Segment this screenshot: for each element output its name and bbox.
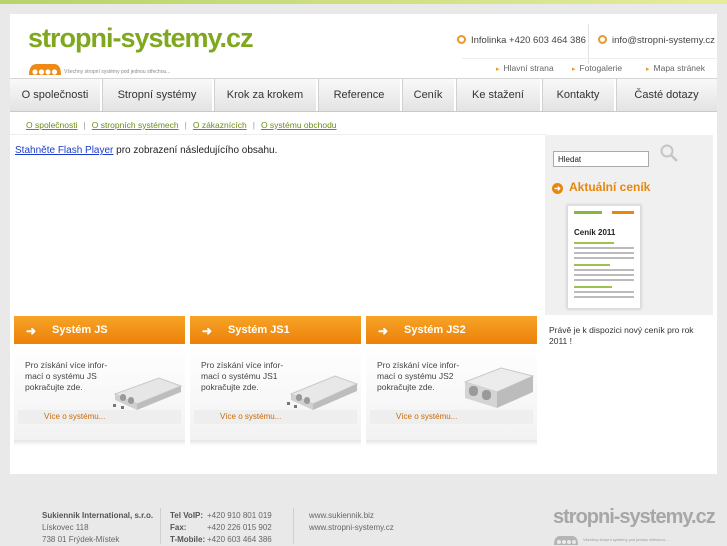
footer: Sukiennik International, s.r.o. Lískovec… [0,488,727,545]
system-more-link[interactable]: Více o systému... [194,410,357,424]
link-sitemap-label[interactable]: Mapa stránek [654,63,706,73]
system-title[interactable]: Systém JS1 [228,324,290,336]
nav-item-faq[interactable]: Časté dotazy [616,79,717,111]
footer-logo-tagline: Všechny stropní systémy pod jednou střec… [583,537,669,542]
footer-company: Sukiennik International, s.r.o. [42,511,154,520]
breadcrumb-customers[interactable]: O zákaznících [193,120,247,130]
system-description: Pro získání více infor-mací o systému JS… [25,360,108,392]
breadcrumb-separator: | [252,120,255,130]
search-input[interactable] [553,151,649,167]
system-more-link[interactable]: Více o systému... [18,410,181,424]
system-card-header[interactable]: ➜ Systém JS2 [366,316,537,344]
main-nav: O společnosti Stropní systémy Krok za kr… [10,78,717,112]
top-accent-line [0,0,727,4]
nav-item-contacts[interactable]: Kontakty [542,79,616,111]
ceiling-panel-image [113,377,183,410]
sidebar: ➜ Aktuální ceník Ceník 2011 [545,135,713,315]
arrow-icon: ▸ [572,66,576,73]
hotline: Infolinka +420 603 464 386 [457,35,586,46]
nav-item-systems[interactable]: Stropní systémy [102,79,214,111]
arrow-icon: ▸ [646,66,650,73]
email-icon [598,35,607,44]
nav-item-steps[interactable]: Krok za krokem [214,79,318,111]
logo-text: stropni-systemy.cz [28,23,254,53]
email-text[interactable]: info@stropni-systemy.cz [612,35,715,46]
nav-item-company[interactable]: O společnosti [10,79,102,111]
hotline-icon [457,35,466,44]
pricelist-heading[interactable]: ➜ Aktuální ceník [552,180,650,194]
footer-logo-slab-icon [554,536,578,545]
footer-fax: +420 226 015 902 [207,523,272,532]
system-title[interactable]: Systém JS [52,324,108,336]
system-description: Pro získání více infor-mací o systému JS… [377,360,460,392]
link-gallery-label[interactable]: Fotogalerie [580,63,623,73]
hotline-text: Infolinka +420 603 464 386 [471,35,586,46]
footer-city: 738 01 Frýdek-Místek [42,535,120,544]
footer-phone-labels: Tel VoIP: Fax: T-Mobile: [170,510,205,546]
page-container: stropni-systemy.cz Všechny stropní systé… [10,14,717,474]
link-home[interactable]: ▸ Hlavní strana [496,63,554,73]
system-more-link[interactable]: Více o systému... [370,410,533,424]
footer-phone-values: +420 910 801 019 +420 226 015 902 +420 6… [207,510,272,546]
logo-tagline: Všechny stropní systémy pod jednou střec… [64,69,171,75]
footer-address: Sukiennik International, s.r.o. Lískovec… [42,510,153,546]
breadcrumb: O společnosti | O stropních systémech | O zá… [26,120,337,130]
pricelist-note: Právě je k dispozici nový ceník pro rok … [549,325,694,346]
footer-voip-label: Tel VoIP: [170,511,204,520]
breadcrumb-systems[interactable]: O stropních systémech [92,120,179,130]
pricelist-thumbnail[interactable]: Ceník 2011 [567,205,641,309]
footer-mobile-label: T-Mobile: [170,535,206,544]
toplinks-divider [462,58,717,59]
footer-street: Lískovec 118 [42,523,89,532]
system-card-header[interactable]: ➜ Systém JS1 [190,316,361,344]
pricelist-image-title: Ceník 2011 [574,228,616,237]
flash-notice: Stahněte Flash Player pro zobrazení násl… [15,145,277,156]
link-sitemap[interactable]: ▸ Mapa stránek [646,63,705,73]
pricelist-title: Aktuální ceník [569,180,651,194]
breadcrumb-trade[interactable]: O systému obchodu [261,120,337,130]
link-gallery[interactable]: ▸ Fotogalerie [572,63,622,73]
system-description: Pro získání více infor-mací o systému JS… [201,360,284,392]
arrow-right-icon: ➜ [552,183,563,194]
footer-voip: +420 910 801 019 [207,511,272,520]
footer-logo: stropni-systemy.cz Všechny stropní systé… [553,506,716,545]
breadcrumb-separator: | [184,120,187,130]
logo-slab-icon [29,64,61,75]
logo[interactable]: stropni-systemy.cz Všechny stropní systé… [28,22,254,75]
flash-download-link[interactable]: Stahněte Flash Player [15,145,113,156]
link-home-label[interactable]: Hlavní strana [504,63,554,73]
arrow-right-icon: ➜ [26,324,37,338]
search-icon[interactable] [659,143,679,163]
breadcrumb-separator: | [83,120,86,130]
system-card-js1: ➜ Systém JS1 Pro získání více infor-mací … [190,316,361,446]
system-card-header[interactable]: ➜ Systém JS [14,316,185,344]
arrow-icon: ▸ [496,66,500,73]
nav-item-pricelist[interactable]: Ceník [402,79,456,111]
footer-websites: www.sukiennik.biz www.stropni-systemy.cz [309,510,394,534]
system-title[interactable]: Systém JS2 [404,324,466,336]
nav-item-downloads[interactable]: Ke stažení [456,79,542,111]
flash-notice-text: pro zobrazení následujícího obsahu. [113,145,278,156]
system-card-js2: ➜ Systém JS2 Pro získání více infor-mací … [366,316,537,446]
ceiling-panel-image [287,375,359,410]
footer-divider [160,508,161,544]
nav-item-references[interactable]: Reference [318,79,402,111]
footer-web2[interactable]: www.stropni-systemy.cz [309,522,394,534]
footer-divider [293,508,294,544]
breadcrumb-company[interactable]: O společnosti [26,120,78,130]
footer-fax-label: Fax: [170,523,187,532]
arrow-right-icon: ➜ [202,324,213,338]
footer-mobile: +420 603 464 386 [207,535,272,544]
footer-web1[interactable]: www.sukiennik.biz [309,510,394,522]
footer-logo-text: stropni-systemy.cz [553,506,716,528]
system-card-js: ➜ Systém JS Pro získání více infor-mací o… [14,316,185,446]
breadcrumb-divider [10,134,546,135]
email-contact[interactable]: info@stropni-systemy.cz [598,35,715,46]
ceiling-panel-image [463,367,535,408]
arrow-right-icon: ➜ [378,324,389,338]
